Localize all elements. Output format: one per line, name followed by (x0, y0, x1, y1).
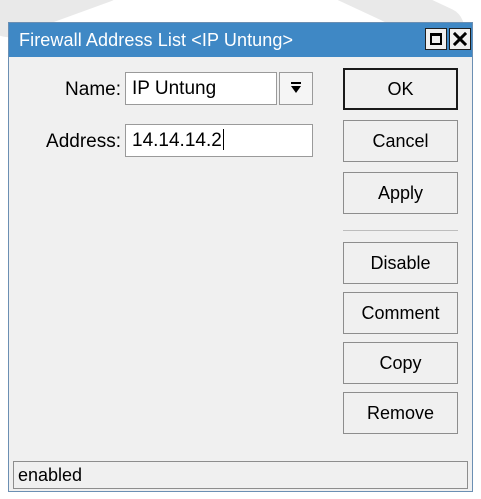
remove-button[interactable]: Remove (343, 392, 458, 434)
close-icon (453, 32, 467, 46)
firewall-address-list-window: Firewall Address List <IP Untung> Name: … (8, 22, 473, 492)
status-text: enabled (18, 465, 83, 485)
maximize-icon (430, 33, 442, 45)
status-bar: enabled (13, 461, 468, 489)
comment-button[interactable]: Comment (343, 292, 458, 334)
address-value: 14.14.14.2 (132, 130, 222, 151)
address-field[interactable]: 14.14.14.2 (125, 124, 313, 157)
name-dropdown-button[interactable] (279, 72, 313, 105)
close-button[interactable] (449, 28, 471, 50)
copy-button[interactable]: Copy (343, 342, 458, 384)
cancel-button[interactable]: Cancel (343, 120, 458, 162)
address-label: Address: (46, 131, 121, 152)
window-title: Firewall Address List <IP Untung> (19, 30, 294, 50)
name-field[interactable]: IP Untung (125, 72, 277, 105)
maximize-button[interactable] (425, 28, 447, 50)
apply-button[interactable]: Apply (343, 172, 458, 214)
title-bar[interactable]: Firewall Address List <IP Untung> (9, 23, 472, 57)
text-cursor (222, 129, 224, 150)
ok-button[interactable]: OK (343, 68, 458, 110)
name-label: Name: (65, 79, 121, 100)
button-divider (343, 230, 458, 231)
name-value: IP Untung (132, 78, 217, 99)
disable-button[interactable]: Disable (343, 242, 458, 284)
arrow-down-icon (291, 82, 301, 93)
